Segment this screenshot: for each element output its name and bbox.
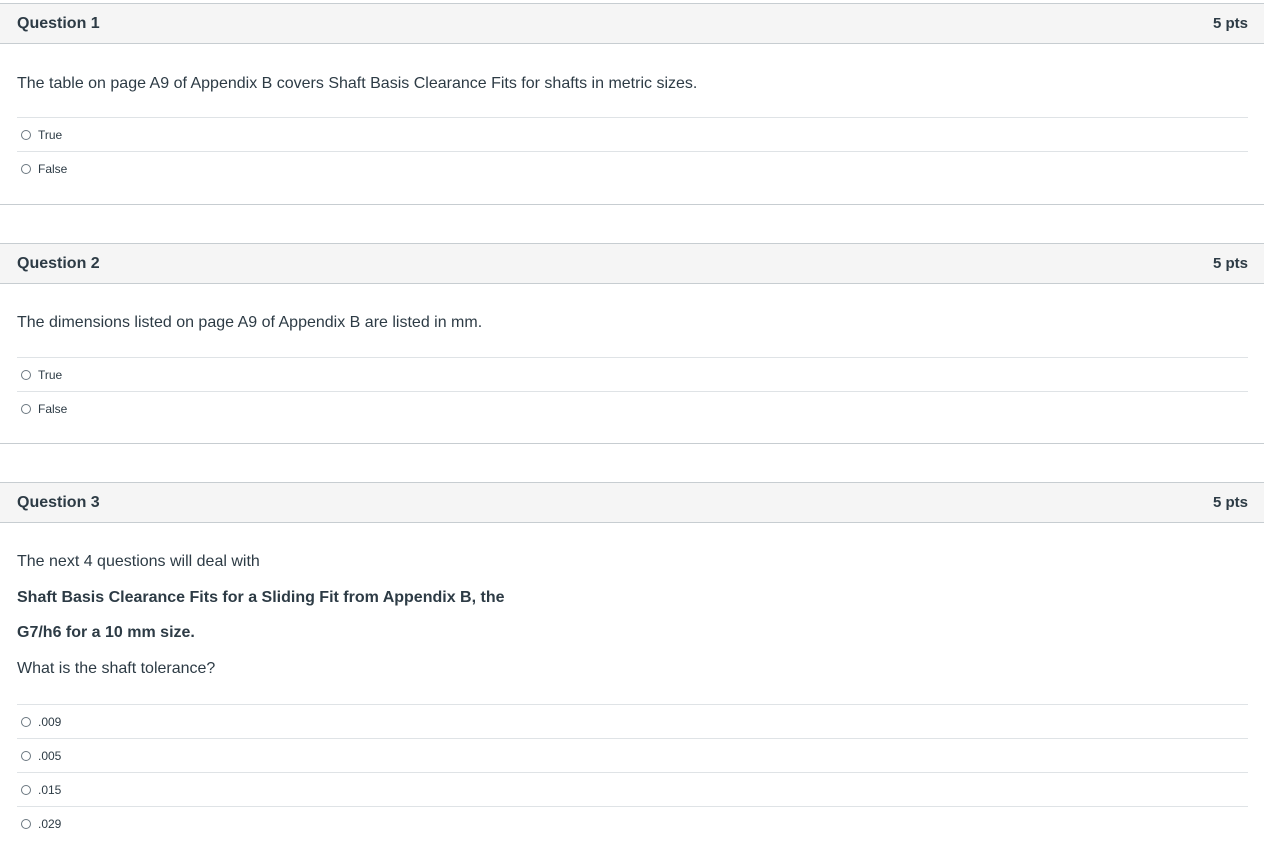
answer-list: .009 .005 .015 .029	[17, 704, 1248, 840]
answer-list: True False	[17, 117, 1248, 185]
answer-label: .029	[38, 816, 62, 831]
question-1: Question 1 5 pts The table on page A9 of…	[0, 3, 1264, 205]
answer-option-2[interactable]: .005	[17, 739, 1248, 773]
question-body: The table on page A9 of Appendix B cover…	[0, 44, 1264, 185]
question-body: The next 4 questions will deal with Shaf…	[0, 523, 1264, 840]
answer-option-1[interactable]: .009	[17, 705, 1248, 739]
answer-option-false[interactable]: False	[17, 152, 1248, 185]
radio-button-icon[interactable]	[21, 403, 31, 414]
question-title: Question 1	[17, 14, 100, 32]
answer-label: .009	[38, 714, 62, 729]
question-header: Question 3 5 pts	[0, 483, 1264, 523]
question-text-intro: The next 4 questions will deal with	[17, 553, 260, 570]
answer-label: .015	[38, 782, 62, 797]
question-text-size: G7/h6 for a 10 mm size.	[17, 624, 195, 641]
radio-button-icon[interactable]	[21, 750, 31, 761]
answer-label: False	[38, 401, 68, 416]
answer-option-false[interactable]: False	[17, 392, 1248, 425]
question-header: Question 2 5 pts	[0, 244, 1264, 284]
radio-button-icon[interactable]	[21, 129, 31, 140]
radio-button-icon[interactable]	[21, 163, 31, 174]
question-title: Question 2	[17, 254, 100, 272]
question-text: The dimensions listed on page A9 of Appe…	[17, 314, 483, 331]
answer-option-3[interactable]: .015	[17, 773, 1248, 807]
question-text-prompt: What is the shaft tolerance?	[17, 660, 216, 677]
question-points: 5 pts	[1212, 255, 1248, 272]
question-header: Question 1 5 pts	[0, 4, 1264, 44]
answer-label: .005	[38, 748, 62, 763]
answer-option-true[interactable]: True	[17, 358, 1248, 392]
question-title: Question 3	[17, 493, 100, 511]
question-body: The dimensions listed on page A9 of Appe…	[0, 284, 1264, 425]
answer-option-true[interactable]: True	[17, 118, 1248, 152]
radio-button-icon[interactable]	[21, 784, 31, 795]
question-points: 5 pts	[1212, 494, 1248, 511]
question-text-fit: Shaft Basis Clearance Fits for a Sliding…	[17, 589, 505, 606]
answer-list: True False	[17, 357, 1248, 425]
answer-label: True	[38, 367, 63, 382]
radio-button-icon[interactable]	[21, 818, 31, 829]
question-2: Question 2 5 pts The dimensions listed o…	[0, 243, 1264, 444]
question-text: The table on page A9 of Appendix B cover…	[17, 75, 698, 92]
question-points: 5 pts	[1212, 15, 1248, 32]
answer-option-4[interactable]: .029	[17, 807, 1248, 840]
question-3: Question 3 5 pts The next 4 questions wi…	[0, 482, 1264, 863]
radio-button-icon[interactable]	[21, 716, 31, 727]
radio-button-icon[interactable]	[21, 369, 31, 380]
answer-label: False	[38, 161, 68, 176]
answer-label: True	[38, 127, 63, 142]
